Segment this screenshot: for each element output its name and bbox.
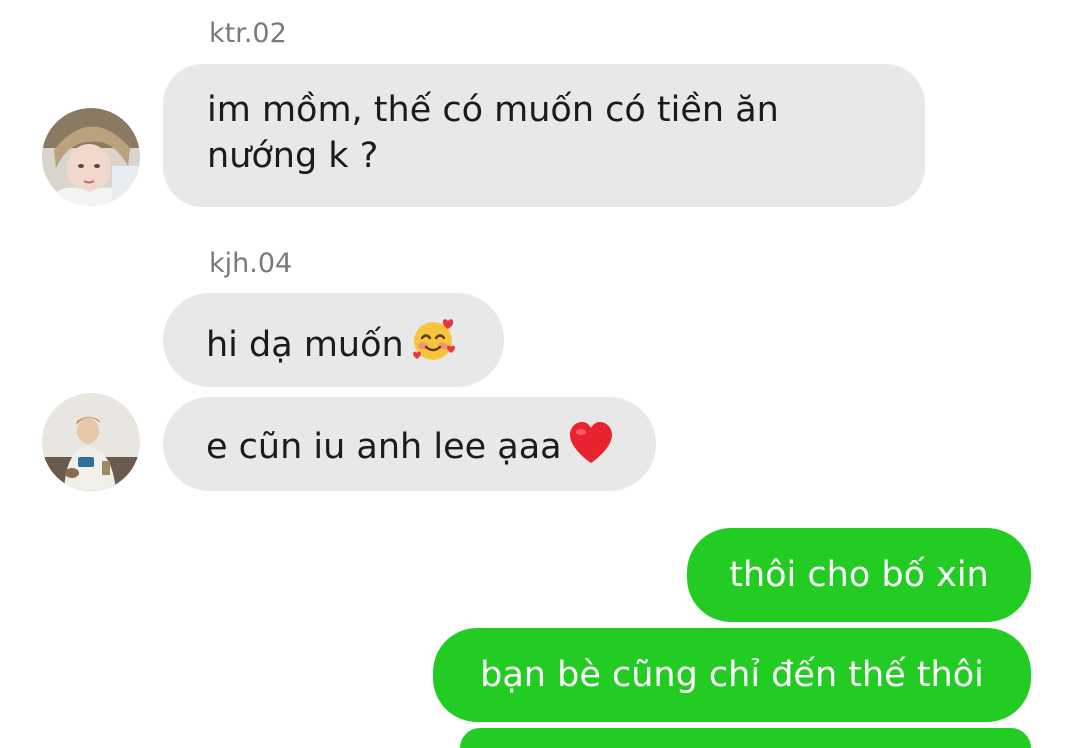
message-bubble[interactable]: hi dạ muốn [163,293,504,387]
sender-avatar[interactable] [42,393,140,491]
sender-name: ktr.02 [209,18,287,49]
outgoing-message-bubble[interactable]: bạn bè cũng chỉ đến thế thôi [433,628,1031,722]
message-text: hi dạ muốn [206,325,404,365]
smiling-face-with-hearts-emoji-icon [410,317,456,375]
message-text: bạn bè cũng chỉ đến thế thôi [480,655,984,695]
sender-name: kjh.04 [209,248,293,279]
avatar-photo-icon [42,393,140,491]
message-text: e cũn iu anh lee ạaa [206,427,562,467]
outgoing-message-bubble[interactable]: thôi cho bố xin [687,528,1031,622]
message-text: thôi cho bố xin [729,555,989,595]
outgoing-message-bubble-partial [460,728,1031,748]
sender-avatar[interactable] [42,108,140,206]
message-text-line: im mồm, thế có muốn có tiền ăn [207,90,779,130]
red-heart-emoji-icon [568,421,614,477]
message-text-line: nướng k ? [207,136,379,176]
message-bubble[interactable]: im mồm, thế có muốn có tiền ăn nướng k ? [163,64,925,207]
message-bubble[interactable]: e cũn iu anh lee ạaa [163,397,656,491]
avatar-photo-icon [42,108,140,206]
